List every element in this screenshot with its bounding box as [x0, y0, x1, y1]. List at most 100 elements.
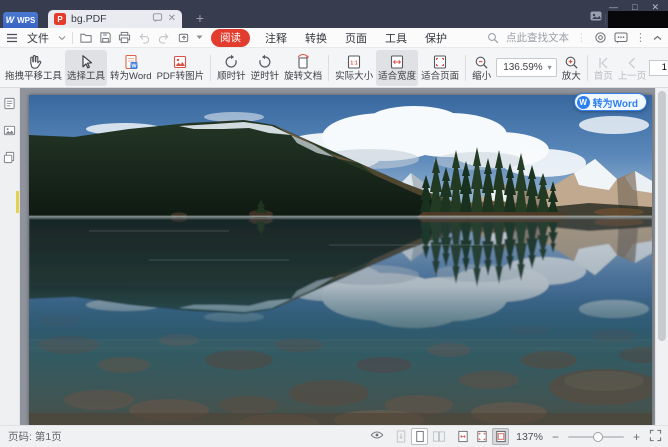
- first-page-icon: [595, 52, 611, 71]
- wps-pdf-window: W WPS P bg.PDF ✕ + — □ ✕ 文件: [0, 0, 668, 447]
- search-icon[interactable]: [487, 32, 499, 44]
- scrollbar-thumb[interactable]: [658, 91, 666, 341]
- avatar-icon[interactable]: [590, 10, 602, 25]
- zoom-slider[interactable]: [568, 431, 624, 443]
- rotate-clockwise-button[interactable]: 顺时针: [215, 50, 248, 86]
- image-panel-icon[interactable]: [3, 124, 16, 140]
- search-input[interactable]: 点此查找文本: [506, 30, 569, 45]
- rotate-document-button[interactable]: 旋转文档: [282, 50, 324, 86]
- vertical-scrollbar[interactable]: [655, 88, 668, 425]
- menubar-right: 点此查找文本 ⋮ ⋮: [487, 30, 662, 45]
- hand-icon: [25, 52, 43, 71]
- word-badge-icon: W: [577, 96, 590, 109]
- zoom-level-combobox[interactable]: 136.59% ▾: [496, 58, 557, 77]
- more-options-icon[interactable]: ⋮: [635, 31, 646, 44]
- zoom-plus-button[interactable]: +: [631, 430, 642, 444]
- rotate-clockwise-label: 顺时针: [217, 71, 246, 83]
- scroll-view-icon[interactable]: [392, 428, 409, 445]
- new-tab-button[interactable]: +: [192, 10, 208, 26]
- feedback-bubble-icon[interactable]: [614, 32, 628, 44]
- actual-size-label: 实际大小: [335, 71, 373, 83]
- zoom-minus-button[interactable]: −: [550, 430, 561, 444]
- account-area[interactable]: [608, 11, 668, 28]
- settings-gear-icon[interactable]: [594, 31, 607, 44]
- open-folder-icon[interactable]: [79, 31, 93, 44]
- double-page-view-icon[interactable]: [430, 428, 447, 445]
- fit-page-button[interactable]: 适合页面: [419, 50, 461, 86]
- restore-document-icon[interactable]: [177, 31, 190, 44]
- pan-tool-button[interactable]: 拖拽平移工具: [3, 50, 64, 86]
- titlebar: W WPS P bg.PDF ✕ + — □ ✕: [0, 0, 668, 28]
- tab-title: bg.PDF: [71, 13, 147, 25]
- fit-page-label: 适合页面: [421, 71, 459, 83]
- chevron-down-icon[interactable]: [58, 35, 66, 41]
- select-tool-label: 选择工具: [67, 71, 105, 83]
- toolbar-divider: [210, 55, 211, 81]
- zoom-level-value: 136.59%: [503, 62, 542, 73]
- pdf-to-image-label: PDF转图片: [157, 71, 205, 83]
- select-tool-button[interactable]: 选择工具: [65, 50, 107, 86]
- toolbar: 拖拽平移工具 选择工具 W 转为Word PDF转图片 顺时针: [0, 48, 668, 88]
- page-number-group: /1页: [649, 55, 668, 80]
- menubar-divider: [72, 32, 73, 44]
- word-doc-icon: W: [122, 52, 140, 71]
- zoom-slider-handle[interactable]: [593, 432, 603, 442]
- redo-icon[interactable]: [157, 31, 171, 44]
- fit-page-icon: [431, 52, 449, 71]
- lake-photo: [29, 95, 652, 425]
- tab-close-icon[interactable]: ✕: [168, 14, 176, 24]
- print-icon[interactable]: [118, 31, 131, 44]
- document-tab[interactable]: P bg.PDF ✕: [48, 10, 182, 28]
- rotate-doc-icon: [294, 52, 312, 71]
- convert-to-word-button[interactable]: W 转为Word: [108, 50, 154, 86]
- zoom-in-icon: [563, 52, 580, 71]
- rotate-ccw-icon: [256, 52, 274, 71]
- pdf-page[interactable]: [29, 95, 652, 425]
- status-fit-screen-icon[interactable]: [492, 428, 509, 445]
- zoom-in-button[interactable]: 放大: [560, 50, 583, 86]
- fit-width-icon: [388, 52, 406, 71]
- first-page-button[interactable]: 首页: [592, 50, 615, 86]
- menu-read-active[interactable]: 阅读: [211, 29, 250, 47]
- floating-convert-to-word-button[interactable]: W 转为Word: [574, 93, 647, 111]
- hamburger-icon[interactable]: [6, 33, 18, 43]
- svg-text:1:1: 1:1: [351, 60, 358, 66]
- toolbar-divider: [328, 55, 329, 81]
- single-page-view-icon[interactable]: [411, 428, 428, 445]
- zoom-out-button[interactable]: 缩小: [470, 50, 493, 86]
- view-mode-group: [392, 428, 447, 445]
- status-fit-width-icon[interactable]: [454, 428, 471, 445]
- fit-width-button[interactable]: 适合宽度: [376, 50, 418, 86]
- svg-text:W: W: [131, 63, 137, 69]
- wps-logo-button[interactable]: W WPS: [3, 12, 38, 28]
- image-icon: [171, 52, 189, 71]
- pdf-to-image-button[interactable]: PDF转图片: [155, 50, 207, 86]
- fit-mode-group: [454, 428, 509, 445]
- menu-file[interactable]: 文件: [24, 30, 52, 46]
- menu-convert[interactable]: 转换: [302, 30, 330, 46]
- rotate-counterclockwise-button[interactable]: 逆时针: [249, 50, 282, 86]
- save-icon[interactable]: [99, 31, 112, 44]
- status-fit-page-icon[interactable]: [473, 428, 490, 445]
- page-number-input[interactable]: [649, 60, 668, 76]
- rotate-document-label: 旋转文档: [284, 71, 322, 83]
- thumbnail-panel-icon[interactable]: [3, 97, 16, 113]
- titlebar-divider: [605, 14, 606, 25]
- prev-page-icon: [624, 52, 640, 71]
- eye-protection-icon[interactable]: [369, 428, 385, 445]
- actual-size-button[interactable]: 1:1 实际大小: [333, 50, 375, 86]
- undo-icon[interactable]: [137, 31, 151, 44]
- divider-dots: ⋮: [576, 31, 587, 44]
- fullscreen-icon[interactable]: [649, 429, 662, 445]
- tab-comment-icon[interactable]: [152, 12, 163, 26]
- menu-protect[interactable]: 保护: [422, 30, 450, 46]
- prev-page-button[interactable]: 上一页: [616, 50, 649, 86]
- toolbar-options-caret-icon[interactable]: [196, 35, 203, 40]
- collapse-toolbar-icon[interactable]: [653, 35, 662, 41]
- menu-tools[interactable]: 工具: [382, 30, 410, 46]
- status-zoom-value[interactable]: 137%: [516, 431, 543, 443]
- menu-page[interactable]: 页面: [342, 30, 370, 46]
- fit-width-label: 适合宽度: [378, 71, 416, 83]
- clipboard-panel-icon[interactable]: [3, 151, 16, 167]
- menu-annotate[interactable]: 注释: [262, 30, 290, 46]
